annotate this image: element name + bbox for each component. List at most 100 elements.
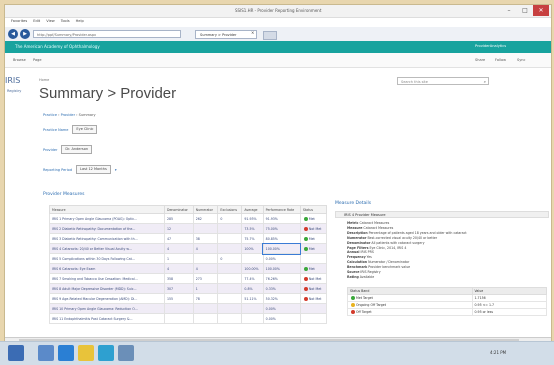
measure-num: 262 [192,213,219,224]
filter-period-select[interactable]: Last 12 Months [76,165,111,174]
menu-favorites[interactable]: Favorites [11,19,27,23]
band-label-cell: Ongoing Off Target [347,301,473,309]
measure-name[interactable]: IRIS 11 Endophthalmitis Post Cataract Su… [49,313,165,324]
measure-exc [217,293,243,304]
app-icon[interactable] [118,345,134,361]
col-numerator[interactable]: Numerator [192,205,219,214]
measure-den: 155 [164,293,194,304]
status-label: Not Met [308,286,322,291]
measure-name[interactable]: IRIS 2 Diabetic Retinopathy: Documentati… [49,223,165,234]
measure-name[interactable]: IRIS 6 Cataracts: Eye Exam [49,263,165,274]
table-row[interactable]: IRIS 10 Primary Open Angle Glaucoma: Red… [49,303,328,314]
table-row[interactable]: IRIS 2 Diabetic Retinopathy: Documentati… [49,223,328,234]
forward-icon[interactable]: ▶ [20,29,30,39]
measure-name[interactable]: IRIS 3 Diabetic Retinopathy: Communicati… [49,233,165,244]
col-measure[interactable]: Measure [49,205,165,214]
crumb-provider[interactable]: Provider [61,113,75,117]
search-icon[interactable]: ⌕ [484,78,486,86]
measure-name[interactable]: IRIS 4 Cataracts: 20/40 or Better Visual… [49,243,165,254]
url-input[interactable]: http://ppf/Summary/Provider.aspx [33,30,181,38]
measure-name[interactable]: IRIS 7 Smoking and Tobacco Use Cessation… [49,273,165,284]
col-exclusions[interactable]: Exclusions [217,205,243,214]
browser-tab[interactable]: Summary > Provider [195,30,257,39]
share-button[interactable]: Share [475,58,485,62]
minimize-button[interactable]: – [501,5,517,16]
table-row[interactable]: IRIS 8 Adult Major Depressive Disorder (… [49,283,328,294]
detail-key: Calculation [347,260,368,265]
menu-tools[interactable]: Tools [61,19,70,23]
crumb-practice[interactable]: Practice [43,113,57,117]
site-brand[interactable]: The American Academy of Ophthalmology [15,44,100,49]
detail-value: Yes [366,255,372,260]
browser-window: SSIS1.HR - Provider Reporting Environmen… [4,4,552,358]
detail-key: Annual [347,250,360,255]
maximize-button[interactable]: □ [517,5,533,16]
table-row[interactable]: IRIS 5 Complications within 30 Days Foll… [49,253,328,264]
detail-key: Rating [347,274,359,279]
col-average[interactable]: Average [241,205,264,214]
measure-den: 4 [164,263,194,274]
detail-key: Benchmark [347,265,368,270]
table-row[interactable]: IRIS 3 Diabetic Retinopathy: Communicati… [49,233,328,244]
filter-practice-select[interactable]: Eye Clinic [72,125,98,134]
ribbon-page[interactable]: Page [33,58,41,62]
home-link[interactable]: Home [39,78,49,82]
ribbon-bar: Browse Page Share Follow Sync [5,53,551,68]
measure-name[interactable]: IRIS 1 Primary Open Angle Glaucoma (POAG… [49,213,165,224]
measure-den: 1 [164,253,194,264]
status-dot-icon [303,246,308,251]
follow-button[interactable]: Follow [495,58,506,62]
folder-icon[interactable] [78,345,94,361]
menu-help[interactable]: Help [76,19,84,23]
table-row[interactable]: IRIS 9 Age-Related Macular Degeneration … [49,293,328,304]
table-row[interactable]: IRIS 4 Cataracts: 20/40 or Better Visual… [49,242,328,255]
search-input[interactable]: Search this site ⌕ [397,77,489,85]
menu-view[interactable]: View [46,19,55,23]
status-label: Not Met [308,296,322,301]
chevron-down-icon[interactable]: ▾ [115,168,117,172]
measure-num: 38 [192,233,219,244]
window-title: SSIS1.HR - Provider Reporting Environmen… [235,8,322,13]
measure-name[interactable]: IRIS 9 Age-Related Macular Degeneration … [49,293,165,304]
server-manager-icon[interactable] [38,345,54,361]
measure-avg: 75.7% [241,233,264,244]
col-status[interactable]: Status [299,205,328,214]
tab-close-icon[interactable]: × [251,30,254,35]
detail-value: Eye Clinic, 2014, IRIS 4 [369,245,407,250]
band-value: 0.95 or less [471,308,547,316]
menu-edit[interactable]: Edit [33,19,40,23]
site-logo[interactable]: IRIS [5,77,20,85]
status-dot-icon [303,216,308,221]
user-menu[interactable]: ProviderAnalytics [475,44,506,48]
measure-avg: 91.93% [241,213,264,224]
measure-name[interactable]: IRIS 5 Complications within 30 Days Foll… [49,253,165,264]
table-row[interactable]: IRIS 1 Primary Open Angle Glaucoma (POAG… [49,213,328,224]
close-button[interactable]: ✕ [533,5,549,16]
table-row[interactable]: IRIS 7 Smoking and Tobacco Use Cessation… [49,273,328,284]
back-icon[interactable]: ◀ [8,29,18,39]
powershell-icon[interactable] [58,345,74,361]
measure-name[interactable]: IRIS 10 Primary Open Angle Glaucoma: Red… [49,303,165,314]
ie-icon[interactable] [98,345,114,361]
detail-key: Source [347,270,360,275]
band-label: Met Target [356,296,373,300]
ribbon-browse[interactable]: Browse [13,58,26,62]
start-icon[interactable] [8,345,24,361]
col-value: Value [471,287,547,295]
col-rate[interactable]: Performance Rate [262,205,301,214]
status-cell: Not Met [299,293,328,304]
filter-provider-select[interactable]: Dr. Anderson [61,145,93,154]
status-cell: Not Met [299,223,328,234]
table-row[interactable]: IRIS 6 Cataracts: Eye Exam 4 4 100.00% 100.0… [49,263,328,274]
clock[interactable]: 4:21 PM [490,350,506,355]
status-band-table: Status Band Value Met Target 1.7156 Ongoin… [347,287,547,316]
sync-button[interactable]: Sync [517,58,525,62]
measure-details-panel: Measure Details IRIS 4 Provider Measure … [335,201,549,347]
details-header[interactable]: IRIS 4 Provider Measure [335,211,549,218]
new-tab-button[interactable] [263,31,277,40]
table-row[interactable]: IRIS 11 Endophthalmitis Post Cataract Su… [49,313,328,324]
status-dot-icon [303,266,308,271]
col-denominator[interactable]: Denominator [164,205,194,214]
measure-name[interactable]: IRIS 8 Adult Major Depressive Disorder (… [49,283,165,294]
measure-den: 358 [164,273,194,284]
